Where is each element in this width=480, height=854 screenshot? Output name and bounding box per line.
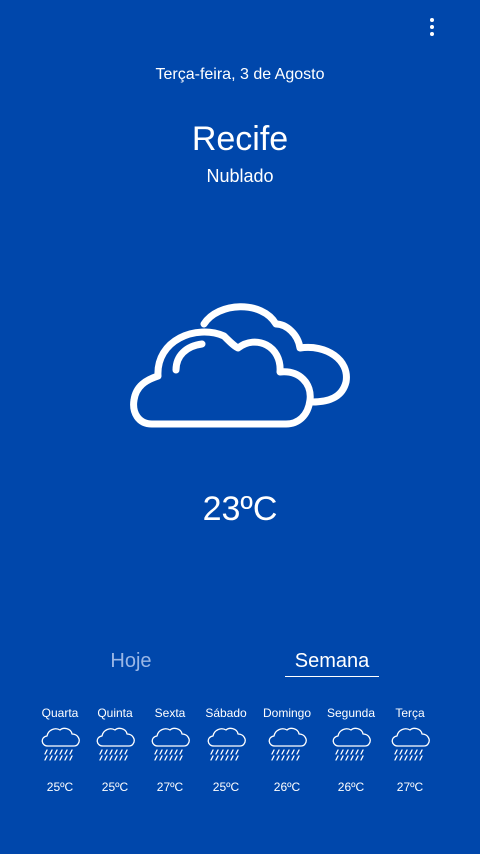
rain-icon	[41, 727, 80, 761]
forecast-temperature: 25ºC	[212, 780, 240, 794]
city-name: Recife	[191, 120, 289, 158]
forecast-day: Terça 27ºC	[375, 706, 445, 794]
forecast-day: Domingo 26ºC	[252, 706, 322, 794]
rain-icon	[268, 727, 307, 761]
rain-icon	[332, 727, 371, 761]
cloudy-icon	[130, 303, 350, 428]
rain-icon	[207, 727, 246, 761]
more-vert-icon	[430, 18, 434, 22]
rain-icon	[391, 727, 430, 761]
date-label: Terça-feira, 3 de Agosto	[155, 66, 325, 83]
forecast-day-name: Terça	[395, 706, 425, 720]
forecast-day: Sábado 25ºC	[191, 706, 261, 794]
forecast-temperature: 26ºC	[273, 780, 301, 794]
rain-icon	[151, 727, 190, 761]
forecast-day-name: Domingo	[262, 706, 312, 720]
forecast-day-name: Sábado	[205, 706, 247, 720]
tab-today[interactable]: Hoje	[90, 650, 172, 673]
overflow-menu-button[interactable]	[424, 14, 440, 40]
tab-week[interactable]: Semana	[285, 650, 379, 677]
forecast-temperature: 27ºC	[396, 780, 424, 794]
weather-condition: Nublado	[206, 166, 274, 186]
rain-icon	[96, 727, 135, 761]
current-temperature: 23ºC	[202, 490, 278, 528]
